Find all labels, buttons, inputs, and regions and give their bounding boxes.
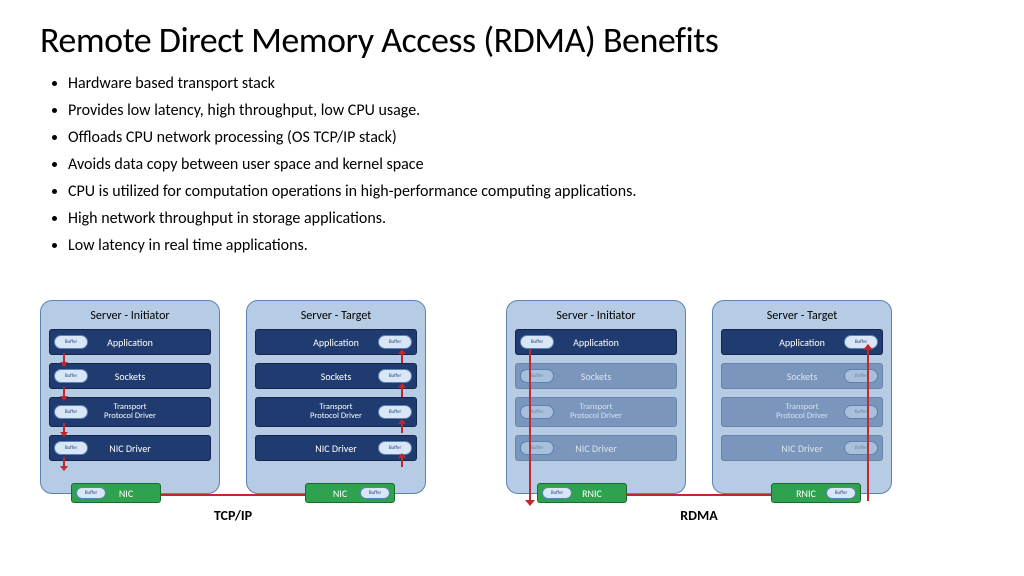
layer-sockets-bypassed: Buffer Sockets <box>515 363 677 389</box>
layer-sockets: Sockets Buffer <box>255 363 417 389</box>
bullet-item: CPU is utilized for computation operatio… <box>68 182 984 202</box>
server-title: Server - Target <box>255 309 417 323</box>
nic-card: Buffer NIC <box>71 483 161 503</box>
bypass-arrow-down-icon <box>529 349 531 501</box>
bullet-item: Offloads CPU network processing (OS TCP/… <box>68 128 984 148</box>
layer-label: Application <box>779 336 825 349</box>
layer-application: Application Buffer <box>721 329 883 355</box>
layer-label: TransportProtocol Driver <box>104 403 156 422</box>
bypass-arrow-up-icon <box>867 349 869 501</box>
rnic-card: RNIC Buffer <box>771 483 861 503</box>
layer-nic-driver-bypassed: NIC Driver Buffer <box>721 435 883 461</box>
slide-title: Remote Direct Memory Access (RDMA) Benef… <box>40 18 984 62</box>
arrow-up-icon <box>401 353 403 363</box>
buffer-pill: Buffer <box>520 405 554 419</box>
bullet-item: Avoids data copy between user space and … <box>68 155 984 175</box>
arrow-down-icon <box>63 423 65 433</box>
buffer-pill: Buffer <box>54 405 88 419</box>
layer-transport: TransportProtocol Driver Buffer <box>255 397 417 427</box>
buffer-pill: Buffer <box>520 441 554 455</box>
rdma-server-target: Server - Target Application Buffer Socke… <box>712 300 892 494</box>
tcp-server-initiator: Server - Initiator Buffer Application Bu… <box>40 300 220 494</box>
protocol-label: TCP/IP <box>40 507 426 524</box>
nic-label: NIC <box>333 487 347 500</box>
layer-application: Buffer Application <box>515 329 677 355</box>
nic-card: NIC Buffer <box>305 483 395 503</box>
bullet-item: Low latency in real time applications. <box>68 236 984 256</box>
buffer-pill: Buffer <box>378 335 412 349</box>
layer-label: NIC Driver <box>781 442 822 455</box>
server-title: Server - Initiator <box>515 309 677 323</box>
buffer-pill: Buffer <box>844 441 878 455</box>
arrow-up-icon <box>401 423 403 433</box>
nic-label: RNIC <box>582 487 602 500</box>
protocol-label: RDMA <box>506 507 892 524</box>
bullet-item: Hardware based transport stack <box>68 74 984 94</box>
layer-application: Application Buffer <box>255 329 417 355</box>
arrow-up-icon <box>401 387 403 397</box>
buffer-pill: Buffer <box>54 335 88 349</box>
layer-label: TransportProtocol Driver <box>776 403 828 422</box>
layer-label: Sockets <box>581 370 612 383</box>
buffer-pill: Buffer <box>76 487 106 499</box>
tcp-server-target: Server - Target Application Buffer Socke… <box>246 300 426 494</box>
layer-label: Application <box>107 336 153 349</box>
layer-transport: Buffer TransportProtocol Driver <box>49 397 211 427</box>
buffer-pill: Buffer <box>378 369 412 383</box>
diagram-area: Server - Initiator Buffer Application Bu… <box>40 300 984 494</box>
rdma-pair: Server - Initiator Buffer Application Bu… <box>506 300 892 494</box>
layer-transport-bypassed: Buffer TransportProtocol Driver <box>515 397 677 427</box>
server-title: Server - Initiator <box>49 309 211 323</box>
layer-label: Application <box>313 336 359 349</box>
arrow-down-icon <box>63 457 65 467</box>
layer-label: NIC Driver <box>315 442 356 455</box>
buffer-pill: Buffer <box>844 369 878 383</box>
buffer-pill: Buffer <box>54 441 88 455</box>
layer-nic-driver: Buffer NIC Driver <box>49 435 211 461</box>
layer-sockets: Buffer Sockets <box>49 363 211 389</box>
buffer-pill: Buffer <box>542 487 572 499</box>
layer-transport-bypassed: TransportProtocol Driver Buffer <box>721 397 883 427</box>
nic-label: NIC <box>119 487 133 500</box>
buffer-pill: Buffer <box>378 441 412 455</box>
layer-label: Sockets <box>321 370 352 383</box>
tcpip-pair: Server - Initiator Buffer Application Bu… <box>40 300 426 494</box>
layer-sockets-bypassed: Sockets Buffer <box>721 363 883 389</box>
bullet-item: High network throughput in storage appli… <box>68 209 984 229</box>
layer-application: Buffer Application <box>49 329 211 355</box>
bullet-item: Provides low latency, high throughput, l… <box>68 101 984 121</box>
buffer-pill: Buffer <box>826 487 856 499</box>
layer-label: Sockets <box>787 370 818 383</box>
layer-nic-driver: NIC Driver Buffer <box>255 435 417 461</box>
layer-label: TransportProtocol Driver <box>310 403 362 422</box>
layer-label: TransportProtocol Driver <box>570 403 622 422</box>
layer-nic-driver-bypassed: Buffer NIC Driver <box>515 435 677 461</box>
rnic-card: Buffer RNIC <box>537 483 627 503</box>
arrow-up-icon <box>401 457 403 467</box>
buffer-pill: Buffer <box>54 369 88 383</box>
arrow-down-icon <box>63 353 65 363</box>
arrow-down-icon <box>63 387 65 397</box>
layer-label: NIC Driver <box>109 442 150 455</box>
layer-label: Sockets <box>115 370 146 383</box>
buffer-pill: Buffer <box>844 405 878 419</box>
server-title: Server - Target <box>721 309 883 323</box>
buffer-pill: Buffer <box>520 335 554 349</box>
bullet-list: Hardware based transport stack Provides … <box>68 74 984 256</box>
buffer-pill: Buffer <box>520 369 554 383</box>
nic-label: RNIC <box>796 487 816 500</box>
layer-label: NIC Driver <box>575 442 616 455</box>
rdma-server-initiator: Server - Initiator Buffer Application Bu… <box>506 300 686 494</box>
buffer-pill: Buffer <box>360 487 390 499</box>
layer-label: Application <box>573 336 619 349</box>
buffer-pill: Buffer <box>378 405 412 419</box>
